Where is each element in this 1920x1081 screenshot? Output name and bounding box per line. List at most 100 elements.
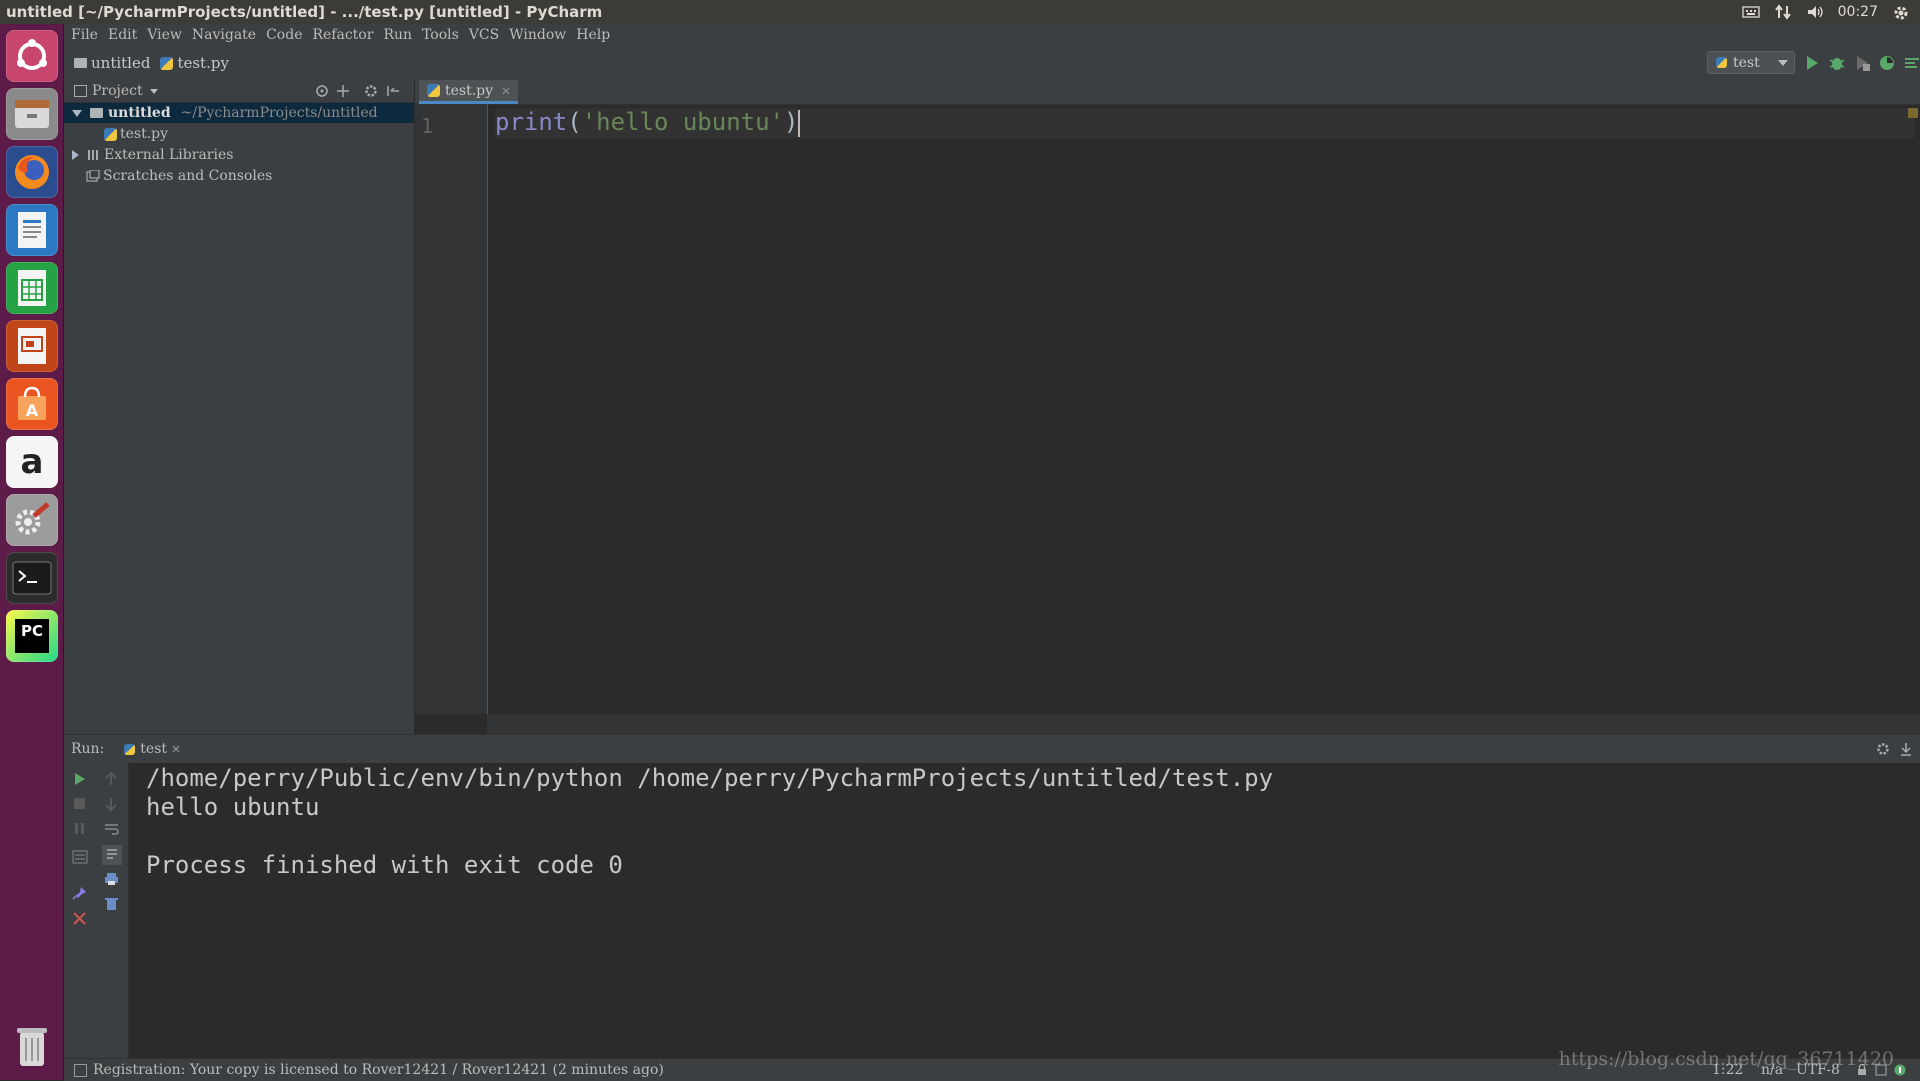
console-line: Process finished with exit code 0 [146, 851, 623, 879]
close-icon[interactable] [502, 87, 510, 95]
menu-window[interactable]: Window [504, 27, 571, 43]
close-icon[interactable] [172, 745, 180, 753]
menu-view[interactable]: View [142, 27, 187, 43]
menu-vcs[interactable]: VCS [464, 27, 504, 43]
hide-panel-icon[interactable] [386, 84, 400, 98]
event-log-icon[interactable] [1894, 1064, 1906, 1076]
line-number: 1 [421, 114, 434, 138]
navigation-bar: untitled test.py test [64, 46, 1920, 81]
files-icon[interactable] [6, 88, 58, 140]
menu-edit[interactable]: Edit [103, 27, 142, 43]
menu-run[interactable]: Run [378, 27, 417, 43]
run-toolbar [64, 762, 129, 1058]
tool-window-toggle-icon[interactable] [74, 1063, 87, 1077]
menu-file[interactable]: File [66, 27, 103, 43]
debug-icon[interactable] [1829, 55, 1845, 71]
libreoffice-impress-icon[interactable] [6, 320, 58, 372]
chevron-down-icon[interactable] [149, 88, 158, 94]
tree-item-project-root[interactable]: untitled ~/PycharmProjects/untitled [64, 103, 414, 123]
run-icon[interactable] [1804, 55, 1820, 71]
menu-navigate[interactable]: Navigate [187, 27, 261, 43]
arrow-up-icon[interactable] [104, 772, 120, 786]
scratches-icon [86, 170, 100, 182]
tab-test-py[interactable]: test.py [419, 80, 519, 104]
breadcrumb-file[interactable]: test.py [150, 54, 229, 72]
gear-icon[interactable] [364, 84, 378, 98]
keyboard-icon[interactable] [1741, 4, 1760, 20]
status-message[interactable]: Registration: Your copy is licensed to R… [93, 1062, 664, 1078]
watermark: https://blog.csdn.net/qq_36711420 [1558, 1048, 1894, 1070]
tree-item-external-libraries[interactable]: External Libraries [72, 145, 233, 165]
python-file-icon [104, 127, 117, 141]
expand-arrow-icon[interactable] [72, 109, 82, 117]
console-output[interactable]: /home/perry/Public/env/bin/python /home/… [146, 764, 1273, 880]
concurrency-icon[interactable] [1904, 55, 1920, 71]
menu-bar: File Edit View Navigate Code Refactor Ru… [64, 24, 1920, 46]
code-paren-open: ( [567, 108, 582, 136]
terminal-icon[interactable] [6, 552, 58, 604]
target-icon[interactable] [315, 84, 329, 98]
inspection-status-icon[interactable] [1908, 108, 1918, 118]
folder-icon [90, 108, 103, 118]
rerun-icon[interactable] [72, 772, 88, 786]
menu-refactor[interactable]: Refactor [307, 27, 378, 43]
project-view-icon [74, 85, 87, 97]
gear-icon[interactable] [1876, 742, 1892, 756]
libreoffice-calc-icon[interactable] [6, 262, 58, 314]
amazon-icon[interactable]: a [6, 436, 58, 488]
print-icon[interactable] [104, 872, 120, 886]
clear-all-icon[interactable] [104, 897, 120, 911]
tree-item-file[interactable]: test.py [104, 124, 168, 144]
text-cursor [798, 109, 801, 137]
run-panel-header: Run: test [64, 734, 1920, 763]
close-icon[interactable] [72, 912, 88, 926]
expand-arrow-icon[interactable] [72, 150, 79, 160]
code-paren-close: ) [784, 108, 799, 136]
firefox-icon[interactable] [6, 146, 58, 198]
breadcrumb-project[interactable]: untitled [64, 54, 150, 72]
libreoffice-writer-icon[interactable] [6, 204, 58, 256]
settings-gear-icon[interactable] [1892, 4, 1910, 20]
system-settings-icon[interactable] [6, 494, 58, 546]
trash-icon[interactable] [6, 1020, 58, 1072]
pause-icon[interactable] [72, 822, 88, 836]
scroll-to-end-icon[interactable] [102, 845, 122, 865]
menu-tools[interactable]: Tools [417, 27, 464, 43]
tree-item-scratches[interactable]: Scratches and Consoles [86, 166, 272, 186]
pycharm-icon[interactable]: PC [6, 610, 58, 662]
code-function: print [495, 108, 568, 136]
profile-icon[interactable] [1879, 55, 1895, 71]
network-icon[interactable] [1774, 4, 1792, 20]
console-line: /home/perry/Public/env/bin/python /home/… [146, 764, 1274, 792]
python-file-icon [160, 56, 174, 70]
menu-help[interactable]: Help [571, 27, 615, 43]
run-label: Run: [71, 741, 105, 757]
folder-icon [74, 58, 87, 68]
collapse-all-icon[interactable] [336, 84, 350, 98]
horizontal-scrollbar[interactable] [487, 714, 1920, 734]
arrow-down-icon[interactable] [104, 797, 120, 811]
project-panel-header: Project [64, 80, 414, 103]
clock[interactable]: 00:27 [1838, 4, 1878, 20]
stop-icon[interactable] [72, 797, 88, 811]
hide-panel-icon[interactable] [1900, 742, 1912, 756]
editor: test.py 1 print('hello ubuntu') [415, 80, 1920, 734]
ubuntu-dash-icon[interactable] [6, 30, 58, 82]
run-with-coverage-icon[interactable] [1854, 55, 1870, 71]
svg-text:A: A [26, 401, 39, 420]
run-tab-test[interactable]: test [124, 741, 180, 757]
python-file-icon [124, 743, 136, 755]
pin-icon[interactable] [72, 886, 88, 900]
system-tray: 00:27 [1741, 4, 1920, 20]
software-center-icon[interactable]: A [6, 378, 58, 430]
soft-wrap-icon[interactable] [104, 822, 120, 836]
library-icon [88, 150, 98, 160]
menu-code[interactable]: Code [261, 27, 307, 43]
run-configuration-select[interactable]: test [1707, 51, 1795, 74]
chevron-down-icon [1778, 59, 1788, 66]
dump-threads-icon[interactable] [72, 850, 88, 864]
project-view-selector[interactable]: Project [92, 83, 143, 99]
volume-icon[interactable] [1806, 4, 1824, 20]
code-area[interactable]: print('hello ubuntu') [495, 105, 801, 139]
run-tool-window: Run: test /home/perry/Public/env/bin/pyt… [64, 734, 1920, 1058]
